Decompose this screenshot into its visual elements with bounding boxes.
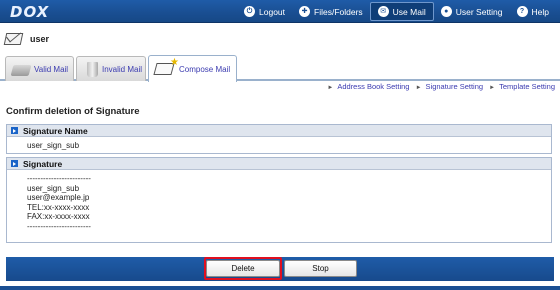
delete-button-highlight <box>204 257 282 280</box>
signature-header-label: Signature <box>23 158 63 169</box>
nav-logout-label: Logout <box>259 6 286 17</box>
signature-header: Signature <box>7 158 551 170</box>
nav-items: ⏻ Logout ✚ Files/Folders ✉ Use Mail ● Us… <box>237 2 556 21</box>
nav-logout[interactable]: ⏻ Logout <box>237 2 292 21</box>
nav-user-setting[interactable]: ● User Setting <box>434 2 510 21</box>
nav-files-label: Files/Folders <box>314 6 363 17</box>
tab-valid-mail-label: Valid Mail <box>34 64 69 74</box>
tab-valid-mail[interactable]: Valid Mail <box>5 56 74 81</box>
trash-icon <box>87 61 98 77</box>
signature-line: user_sign_sub <box>27 183 80 193</box>
help-icon: ? <box>516 6 528 17</box>
tab-compose-mail-label: Compose Mail <box>179 64 231 74</box>
arrow-icon: ► <box>489 85 496 91</box>
arrow-icon: ► <box>327 85 334 91</box>
signature-line: user@example.jp <box>27 193 90 202</box>
action-bar: Delete Stop <box>6 257 554 281</box>
settings-links: ► Address Book Setting ► Signature Setting… <box>0 82 560 94</box>
nav-use-mail[interactable]: ✉ Use Mail <box>369 2 434 21</box>
signature-line: ------------------------ <box>27 174 91 183</box>
link-template-setting[interactable]: Template Setting <box>499 82 555 91</box>
top-nav-bar: DOX ⏻ Logout ✚ Files/Folders ✉ Use Mail … <box>0 0 560 23</box>
signature-line: ------------------------ <box>27 221 91 231</box>
envelope-icon <box>3 33 24 45</box>
link-signature-setting[interactable]: Signature Setting <box>426 82 484 91</box>
signature-body: ------------------------ user_sign_sub u… <box>7 170 551 235</box>
valid-mail-icon <box>10 65 32 76</box>
user-icon: ● <box>440 6 452 17</box>
nav-files-folders[interactable]: ✚ Files/Folders <box>292 2 370 21</box>
tab-invalid-mail[interactable]: Invalid Mail <box>76 56 146 81</box>
user-name: user <box>30 34 50 44</box>
logout-icon: ⏻ <box>244 6 256 17</box>
signature-panel: Signature ------------------------ user_… <box>6 157 552 243</box>
bullet-icon <box>11 160 18 167</box>
compose-icon: ★ <box>153 57 179 77</box>
stop-button[interactable]: Stop <box>284 260 357 277</box>
page-title: Confirm deletion of Signature <box>6 106 140 117</box>
tab-compose-mail[interactable]: ★ Compose Mail <box>148 55 237 82</box>
nav-help-label: Help <box>531 6 549 17</box>
arrow-icon: ► <box>415 85 422 91</box>
nav-use-mail-label: Use Mail <box>392 6 426 17</box>
signature-line: FAX:xx-xxxx-xxxx <box>27 212 90 221</box>
mail-tabs: Valid Mail Invalid Mail ★ Compose Mail <box>0 54 560 82</box>
nav-user-setting-label: User Setting <box>455 6 503 17</box>
signature-name-header: Signature Name <box>7 125 551 137</box>
app-logo: DOX <box>10 3 50 21</box>
files-icon: ✚ <box>299 6 311 17</box>
footer-divider <box>0 286 560 290</box>
link-address-book-setting[interactable]: Address Book Setting <box>337 82 409 91</box>
signature-name-header-label: Signature Name <box>23 125 88 136</box>
tab-invalid-mail-label: Invalid Mail <box>102 64 143 74</box>
nav-help[interactable]: ? Help <box>510 2 556 21</box>
mail-icon: ✉ <box>377 6 389 17</box>
signature-line: TEL:xx-xxxx-xxxx <box>27 202 90 212</box>
signature-name-value: user_sign_sub <box>27 141 80 150</box>
signature-name-panel: Signature Name user_sign_sub <box>6 124 552 154</box>
user-header: user <box>0 24 560 54</box>
bullet-icon <box>11 127 18 134</box>
